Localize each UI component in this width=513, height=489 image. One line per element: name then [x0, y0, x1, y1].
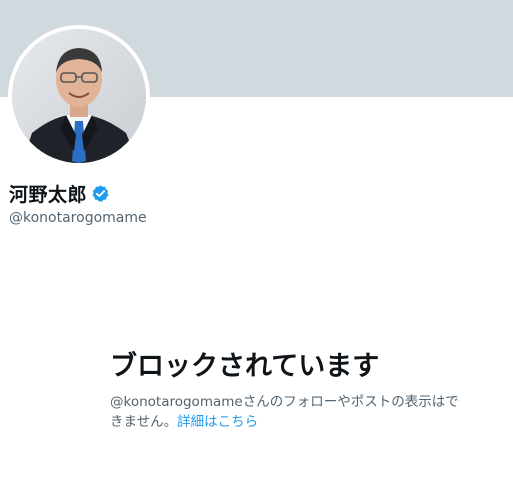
blocked-message-line1: @konotarogomameさんのフォローやポストの表示はで	[110, 394, 459, 410]
profile-handle: @konotarogomame	[9, 210, 147, 226]
avatar-photo	[12, 29, 146, 163]
blocked-message-line2: きません。	[110, 414, 178, 430]
learn-more-link[interactable]: 詳細はこちら	[177, 414, 258, 430]
profile-page: 河野太郎 @konotarogomame ブロックされています @konotar…	[0, 0, 513, 489]
blocked-title: ブロックされています	[110, 351, 380, 382]
verified-badge-icon[interactable]	[91, 184, 110, 203]
blocked-message: @konotarogomameさんのフォローやポストの表示はで きません。詳細は…	[110, 392, 470, 432]
avatar[interactable]	[12, 29, 146, 163]
display-name: 河野太郎	[9, 183, 88, 206]
display-name-row: 河野太郎	[9, 180, 110, 206]
